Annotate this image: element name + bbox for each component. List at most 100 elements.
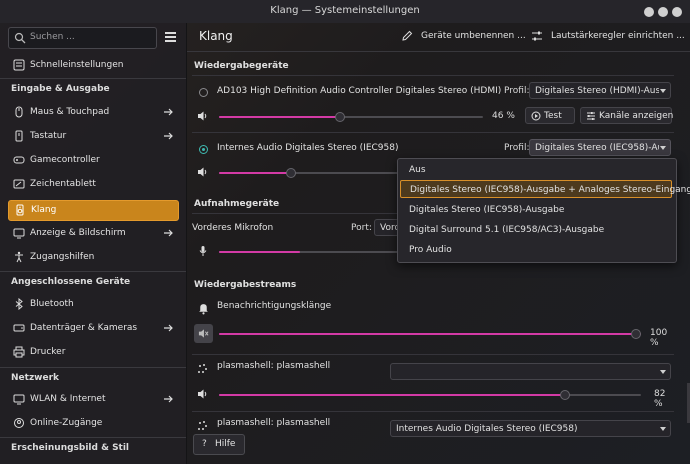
profile-select[interactable]: Digitales Stereo (HDMI)-Ausgabe xyxy=(529,82,671,99)
sidebar-item-display[interactable]: Anzeige & Bildschirm xyxy=(8,224,177,243)
rename-devices-label: Geräte umbenennen ... xyxy=(421,31,526,41)
minimize-button[interactable] xyxy=(644,7,654,17)
maximize-button[interactable] xyxy=(658,7,668,17)
volume-icon[interactable] xyxy=(197,388,209,400)
test-label: Test xyxy=(544,111,562,121)
page-title: Klang xyxy=(199,29,233,43)
sidebar-item-label: Gamecontroller xyxy=(30,155,100,165)
volume-icon[interactable] xyxy=(197,166,209,178)
profile-value: Digitales Stereo (HDMI)-Ausgabe xyxy=(535,86,659,96)
volume-percent: 82 % xyxy=(654,389,666,409)
stream-volume-slider[interactable] xyxy=(219,329,641,339)
sidebar-item-quick-settings[interactable]: Schnelleinstellungen xyxy=(8,56,177,75)
sidebar-item-label: Zugangshilfen xyxy=(30,252,95,262)
device-volume-slider[interactable] xyxy=(219,168,399,178)
stream-volume-slider[interactable] xyxy=(219,390,641,400)
menu-item-off[interactable]: Aus xyxy=(400,161,672,179)
stream-device-select[interactable]: Internes Audio Digitales Stereo (IEC958) xyxy=(390,420,671,437)
section-appearance: Erscheinungsbild & Stil xyxy=(11,443,130,453)
volume-fill xyxy=(219,116,341,118)
volume-handle[interactable] xyxy=(631,329,641,339)
settings-window: Klang — Systemeinstellungen Suchen ... S… xyxy=(0,0,690,464)
volume-handle[interactable] xyxy=(560,390,571,400)
muted-icon xyxy=(198,329,209,338)
profile-select[interactable]: Digitales Stereo (IEC958)-Ausgabe xyxy=(529,139,671,156)
gamepad-icon xyxy=(13,156,25,164)
stream-device-value: Internes Audio Digitales Stereo (IEC958) xyxy=(396,424,578,434)
mic-volume-slider[interactable] xyxy=(219,251,399,253)
sliders-icon xyxy=(532,31,542,41)
device-name: AD103 High Definition Audio Controller D… xyxy=(217,86,502,96)
sidebar-item-label: Zeichentablett xyxy=(30,179,96,189)
menu-item-pro-audio[interactable]: Pro Audio xyxy=(400,241,672,259)
volume-handle[interactable] xyxy=(335,112,346,122)
sidebar-item-drives-cameras[interactable]: Datenträger & Kameras xyxy=(8,319,177,338)
default-device-radio[interactable] xyxy=(199,145,208,154)
app-icon xyxy=(198,364,207,373)
chevron-down-icon xyxy=(660,89,666,93)
volume-control-label: Lautstärkeregler einrichten ... xyxy=(551,31,685,41)
accessibility-icon xyxy=(15,251,23,263)
volume-control-button[interactable]: Lautstärkeregler einrichten ... xyxy=(531,29,685,45)
sidebar-item-drawing-tablet[interactable]: Zeichentablett xyxy=(8,175,177,194)
sidebar-item-label: Maus & Touchpad xyxy=(30,107,110,117)
playback-section-title: Wiedergabegeräte xyxy=(194,61,289,71)
show-channels-button[interactable]: Kanäle anzeigen xyxy=(580,107,674,124)
sidebar-item-keyboard[interactable]: Tastatur xyxy=(8,127,177,146)
test-button[interactable]: Test xyxy=(525,107,575,124)
recording-section-title: Aufnahmegeräte xyxy=(194,199,280,209)
menu-item-label: Digitales Stereo (IEC958)-Ausgabe xyxy=(409,205,565,215)
stream-name: Benachrichtigungsklänge xyxy=(217,301,332,311)
sidebar-item-gamecontroller[interactable]: Gamecontroller xyxy=(8,151,177,170)
search-input[interactable]: Suchen ... xyxy=(8,27,157,49)
divider xyxy=(0,367,186,368)
arrow-right-icon xyxy=(164,229,173,237)
profile-dropdown-menu: Aus Digitales Stereo (IEC958)-Ausgabe + … xyxy=(397,158,690,263)
microphone-icon[interactable] xyxy=(197,245,209,257)
speaker-icon xyxy=(16,204,24,216)
menu-item-label: Aus xyxy=(409,165,426,175)
sidebar-item-mouse[interactable]: Maus & Touchpad xyxy=(8,103,177,122)
mute-button[interactable] xyxy=(194,324,213,343)
menu-item-label: Pro Audio xyxy=(409,245,452,255)
sidebar-item-accessibility[interactable]: Zugangshilfen xyxy=(8,248,177,267)
menu-item-surround-51[interactable]: Digital Surround 5.1 (IEC958/AC3)-Ausgab… xyxy=(400,221,672,239)
stream-card: plasmashell: plasmashell 82 % xyxy=(192,354,674,409)
default-device-radio[interactable] xyxy=(199,88,208,97)
device-volume-slider[interactable] xyxy=(219,112,483,122)
sidebar-item-sound[interactable]: Klang xyxy=(8,200,179,221)
menu-item-iec958-out[interactable]: Digitales Stereo (IEC958)-Ausgabe xyxy=(400,201,672,219)
rename-devices-button[interactable]: Geräte umbenennen ... xyxy=(401,29,526,45)
menu-item-label: Digitales Stereo (IEC958)-Ausgabe + Anal… xyxy=(410,185,690,195)
show-channels-label: Kanäle anzeigen xyxy=(599,111,674,121)
window-title: Klang — Systemeinstellungen xyxy=(270,5,420,16)
mouse-icon xyxy=(15,106,23,118)
sidebar-item-label: Datenträger & Kameras xyxy=(30,323,138,333)
chevron-down-icon xyxy=(660,427,666,431)
channels-icon xyxy=(587,112,595,120)
stream-name: plasmashell: plasmashell xyxy=(217,418,331,428)
menu-icon[interactable] xyxy=(165,32,176,42)
play-icon xyxy=(531,111,541,121)
sidebar-item-printers[interactable]: Drucker xyxy=(8,343,177,362)
volume-handle[interactable] xyxy=(286,168,296,178)
sidebar-item-online-accounts[interactable]: Online-Zugänge xyxy=(8,414,177,433)
menu-item-iec958-analog-in[interactable]: Digitales Stereo (IEC958)-Ausgabe + Anal… xyxy=(400,180,690,198)
sidebar-item-bluetooth[interactable]: Bluetooth xyxy=(8,295,177,314)
close-button[interactable] xyxy=(672,7,682,17)
arrow-right-icon xyxy=(164,324,173,332)
network-icon xyxy=(13,394,25,405)
stream-card: plasmashell: plasmashell Internes Audio … xyxy=(192,411,674,452)
pencil-icon xyxy=(402,30,413,41)
stream-device-select[interactable] xyxy=(390,363,671,380)
volume-fill xyxy=(219,333,641,335)
volume-fill xyxy=(219,172,291,174)
search-icon xyxy=(14,32,26,44)
divider xyxy=(0,437,186,438)
volume-percent: 46 % xyxy=(492,111,515,121)
stream-card: Benachrichtigungsklänge 100 % xyxy=(192,294,674,349)
sidebar-item-label: WLAN & Internet xyxy=(30,394,106,404)
sidebar-item-wifi-internet[interactable]: WLAN & Internet xyxy=(8,390,177,409)
volume-icon[interactable] xyxy=(197,110,209,122)
sidebar-item-label: Schnelleinstellungen xyxy=(30,60,124,70)
